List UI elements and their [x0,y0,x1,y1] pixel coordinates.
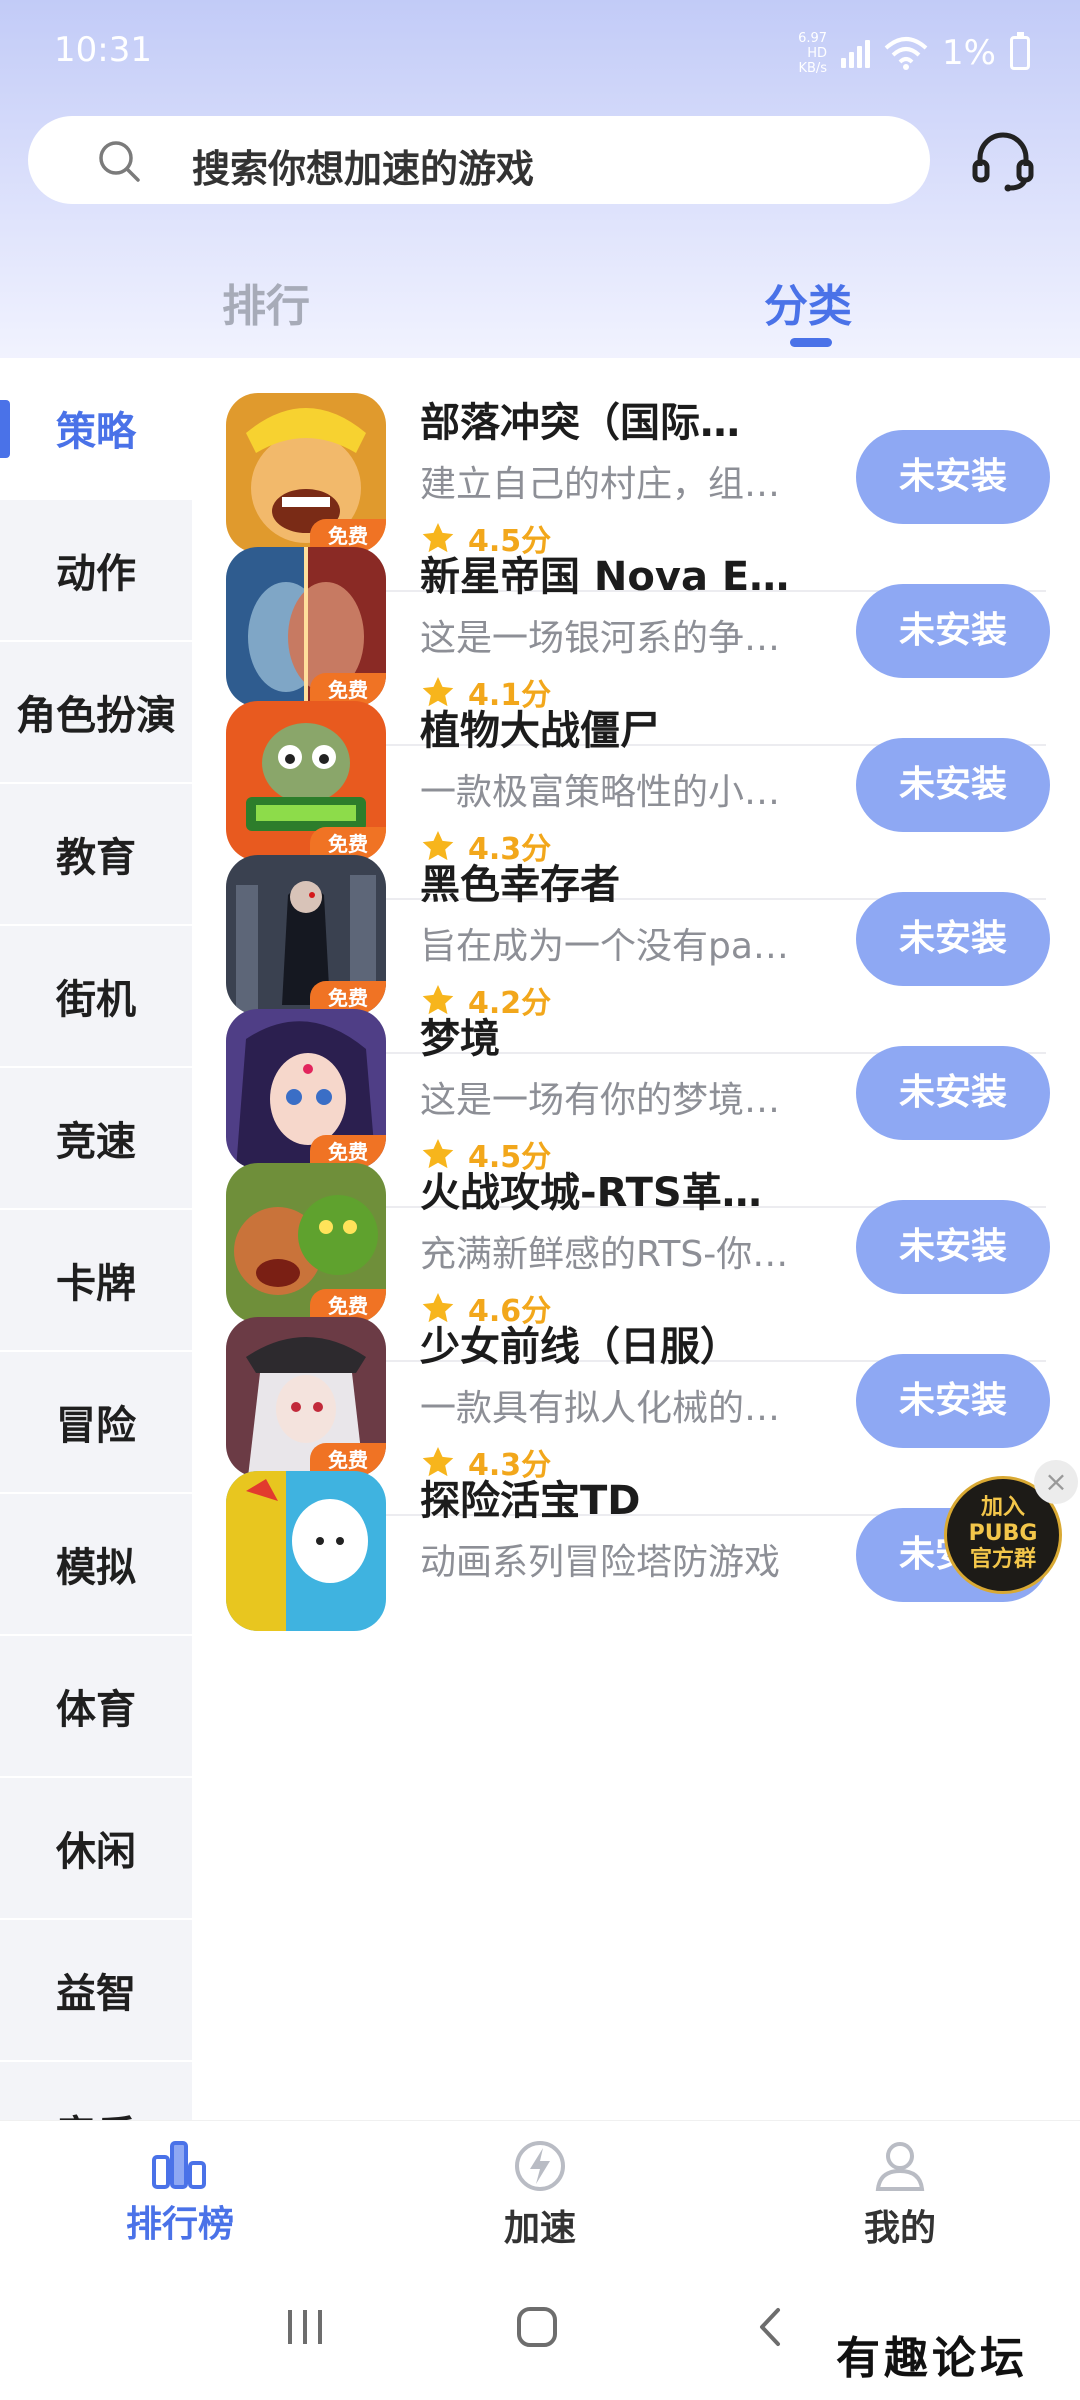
status-bar: 10:31 6.97 HD KB/s 1% [0,0,1080,110]
game-title: 探险活宝TD [420,1478,641,1524]
bar-chart-icon [152,2141,206,2189]
sidebar-item-strategy[interactable]: 策略 [0,358,192,500]
nav-label: 排行榜 [125,2204,234,2245]
back-icon[interactable] [748,2304,794,2350]
tab-ranking[interactable]: 排行 [222,270,310,334]
net-speed-unit: KB/s [798,60,828,76]
sidebar-item-arcade[interactable]: 街机 [0,926,192,1068]
sidebar-item-racing[interactable]: 竞速 [0,1068,192,1210]
bottom-navigation: 排行榜 加速 我的 [0,2120,1080,2260]
lightning-icon [515,2141,565,2191]
install-button[interactable]: 未安装 [856,430,1050,524]
net-speed-value: 6.97 [798,30,828,46]
game-description: 这是一场有你的梦境… [420,1080,781,1121]
sidebar-item-action[interactable]: 动作 [0,500,192,642]
game-title: 火战攻城-RTS革… [420,1170,762,1216]
wifi-icon [884,37,928,70]
sidebar-item-sports[interactable]: 体育 [0,1636,192,1778]
tab-category[interactable]: 分类 [764,270,852,334]
user-icon [875,2142,925,2191]
category-sidebar: 策略 动作 角色扮演 教育 街机 竞速 卡牌 冒险 模拟 体育 休闲 益智 音乐 [0,358,192,2120]
game-description: 这是一场银河系的争… [420,618,781,659]
sidebar-item-adventure[interactable]: 冒险 [0,1352,192,1494]
game-description: 充满新鲜感的RTS-你… [420,1234,789,1275]
badge-line-2: PUBG [968,1521,1038,1546]
net-speed: 6.97 HD KB/s [785,31,827,76]
nav-mine[interactable]: 我的 [800,2139,1000,2251]
game-description: 一款极富策略性的小… [420,772,781,813]
game-description: 动画系列冒险塔防游戏 [420,1542,781,1583]
install-button[interactable]: 未安装 [856,1046,1050,1140]
game-title: 部落冲突（国际… [420,400,740,446]
sidebar-item-roleplay[interactable]: 角色扮演 [0,642,192,784]
active-tab-indicator [790,338,832,347]
game-title: 新星帝国 Nova E… [420,554,790,600]
game-title: 少女前线（日服） [420,1324,740,1370]
game-description: 一款具有拟人化械的… [420,1388,781,1429]
close-badge-button[interactable]: × [1034,1460,1078,1504]
cell-signal-icon [841,38,871,68]
install-button[interactable]: 未安装 [856,1200,1050,1294]
recent-apps-icon[interactable] [282,2304,328,2350]
install-button[interactable]: 未安装 [856,892,1050,986]
install-button[interactable]: 未安装 [856,584,1050,678]
game-description: 旨在成为一个没有pa… [420,926,789,967]
badge-line-3: 官方群 [969,1547,1036,1572]
list-item[interactable]: 探险活宝TD 动画系列冒险塔防游戏 未安装 [226,1436,1050,1670]
net-type: HD [807,45,828,61]
home-icon[interactable] [514,2304,560,2350]
search-input[interactable]: 搜索你想加速的游戏 [192,138,534,193]
sidebar-item-education[interactable]: 教育 [0,784,192,926]
install-button[interactable]: 未安装 [856,1354,1050,1448]
watermark: 有趣论坛 [836,2333,1028,2384]
search-icon [99,141,140,182]
battery-icon [1010,32,1030,70]
game-description: 建立自己的村庄，组… [420,464,781,505]
system-navigation-bar: 有趣论坛 [0,2260,1080,2400]
battery-percent: 1% [942,33,996,73]
customer-service-headset-icon[interactable] [970,128,1036,194]
nav-accelerate[interactable]: 加速 [440,2139,640,2251]
sidebar-item-casual[interactable]: 休闲 [0,1778,192,1920]
sidebar-item-simulation[interactable]: 模拟 [0,1494,192,1636]
nav-label: 加速 [503,2208,576,2249]
game-title: 植物大战僵尸 [420,708,660,754]
game-list: 免费 部落冲突（国际… 建立自己的村庄，组… 4.5分 未安装 免费 新星帝国 … [192,358,1080,2120]
sidebar-item-music[interactable]: 音乐 [0,2062,192,2120]
nav-label: 我的 [863,2208,936,2249]
clock: 10:31 [54,30,152,70]
status-icons: 6.97 HD KB/s 1% [785,30,1030,76]
app-icon-adventure-time-td [226,1471,386,1631]
search-bar[interactable]: 搜索你想加速的游戏 [28,116,930,204]
sidebar-item-puzzle[interactable]: 益智 [0,1920,192,2062]
nav-ranking[interactable]: 排行榜 [80,2139,280,2247]
sidebar-item-card[interactable]: 卡牌 [0,1210,192,1352]
install-button[interactable]: 未安装 [856,738,1050,832]
game-title: 梦境 [420,1016,500,1062]
game-title: 黑色幸存者 [420,862,620,908]
